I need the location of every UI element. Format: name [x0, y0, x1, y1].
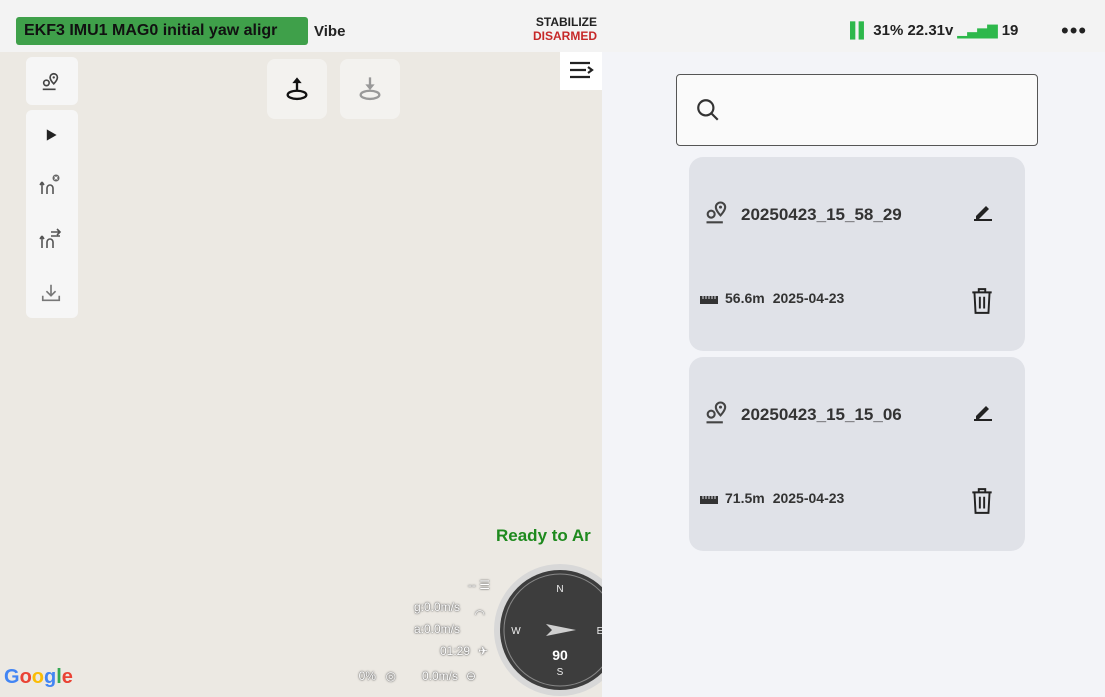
- battery-voltage: 22.31v: [907, 22, 954, 39]
- mission-card[interactable]: 20250423_15_15_06 71.5m 2025-04-23: [689, 357, 1025, 551]
- throttle-icon: ◎: [385, 669, 396, 683]
- battery-percent: 31%: [873, 22, 904, 39]
- mission-name: 20250423_15_58_29: [741, 205, 902, 224]
- distance-icon: ☰: [479, 578, 490, 592]
- delete-icon[interactable]: [969, 487, 995, 515]
- compass-gauge: N S W E 90: [494, 564, 602, 696]
- distance-readout: -- ☰: [440, 578, 490, 592]
- arm-state: DISARMED: [532, 29, 597, 43]
- mission-card[interactable]: 20250423_15_58_29 56.6m 2025-04-23: [689, 157, 1025, 351]
- delete-icon[interactable]: [969, 287, 995, 315]
- mission-meta: 71.5m 2025-04-23: [725, 490, 852, 506]
- search-icon: [697, 99, 719, 121]
- waypoint-icon[interactable]: [26, 57, 76, 107]
- drone-icon: ✈: [477, 644, 488, 658]
- upload-mission-icon[interactable]: [267, 59, 327, 119]
- top-status-bar: EKF3 IMU1 MAG0 initial yaw aligr Vibe ST…: [0, 0, 1105, 52]
- search-input[interactable]: [676, 74, 1038, 146]
- route-swap-icon[interactable]: [26, 214, 76, 264]
- status-message[interactable]: EKF3 IMU1 MAG0 initial yaw aligr: [16, 17, 308, 45]
- climb-rate: 0.0m/s: [421, 669, 458, 683]
- route-clear-icon[interactable]: [26, 160, 76, 210]
- ground-speed: g:0.0m/s: [413, 600, 460, 614]
- throttle-value: 0%: [358, 669, 376, 683]
- google-attribution: Google: [4, 666, 73, 688]
- download-mission-icon[interactable]: [340, 59, 400, 119]
- climb-icon: ⊖: [465, 669, 476, 683]
- waypoint-toolbar: [26, 57, 78, 105]
- more-horizontal-icon[interactable]: •••: [1061, 18, 1087, 44]
- mission-distance: 56.6m: [725, 290, 765, 306]
- play-icon[interactable]: [26, 110, 76, 160]
- edit-icon[interactable]: [971, 199, 995, 223]
- map-view[interactable]: Ready to Ar -- ☰ g:0.0m/s a:0.0m/s ◠ 01:…: [0, 52, 602, 697]
- ruler-icon: [700, 496, 718, 504]
- waypoint-icon: [706, 201, 727, 224]
- battery-telemetry[interactable]: ▌▌ 31% 22.31v ▁▃▅▇ 19: [850, 22, 1018, 39]
- ruler-icon: [700, 296, 718, 304]
- flight-mode-indicator[interactable]: STABILIZE DISARMED: [497, 15, 597, 43]
- waypoint-icon: [706, 401, 727, 424]
- air-speed: a:0.0m/s: [413, 622, 460, 636]
- mission-name: 20250423_15_15_06: [741, 405, 902, 424]
- ready-to-arm-status: Ready to Ar: [496, 526, 591, 545]
- panel-menu-icon[interactable]: [560, 52, 602, 90]
- vibe-indicator[interactable]: Vibe: [314, 23, 345, 40]
- heading-value: 90: [552, 647, 568, 663]
- distance-value: --: [467, 578, 476, 592]
- mission-distance: 71.5m: [725, 490, 765, 506]
- download-icon[interactable]: [26, 268, 76, 318]
- speed-gauge-icon: ◠: [474, 607, 485, 621]
- satellite-count: 19: [1001, 22, 1019, 39]
- flight-mode: STABILIZE: [535, 15, 597, 29]
- battery-icon: ▌▌: [850, 22, 869, 39]
- flight-time: 01:29: [439, 644, 470, 658]
- mission-toolbar: [26, 110, 78, 318]
- compass-south: S: [557, 667, 564, 678]
- mission-date: 2025-04-23: [772, 290, 845, 306]
- compass-west: W: [511, 626, 521, 637]
- mission-list-panel: 20250423_15_58_29 56.6m 2025-04-23 202504…: [602, 52, 1105, 697]
- compass-north: N: [556, 584, 563, 595]
- mission-date: 2025-04-23: [772, 490, 845, 506]
- mission-meta: 56.6m 2025-04-23: [725, 290, 852, 306]
- signal-icon: ▁▃▅▇: [957, 23, 998, 38]
- edit-icon[interactable]: [971, 399, 995, 423]
